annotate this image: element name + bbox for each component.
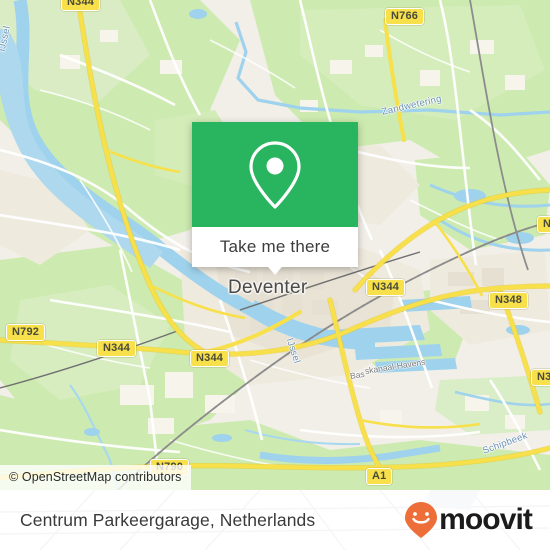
road-shield-n34-right-edge[interactable]: N34 [531, 369, 550, 386]
take-me-there-label: Take me there [219, 237, 331, 256]
road-shield-n344-left[interactable]: N344 [97, 340, 137, 357]
road-shield-n344-mid[interactable]: N344 [190, 350, 230, 367]
moovit-wordmark: moovit [439, 503, 533, 536]
moovit-logo[interactable]: moovit [404, 501, 533, 539]
moovit-map-screen: Deventer IJssel Zandwetering IJssel Schi… [0, 0, 550, 550]
road-shield-n344-center-right[interactable]: N344 [366, 279, 406, 296]
osm-attribution[interactable]: © OpenStreetMap contributors [0, 465, 191, 490]
road-shield-a1[interactable]: A1 [366, 468, 393, 485]
road-shield-n344-top[interactable]: N344 [61, 0, 101, 11]
callout-action-bar[interactable]: Take me there [192, 227, 358, 267]
footer-bar: Centrum Parkeergarage, Netherlands moovi… [0, 490, 550, 550]
road-shield-n792[interactable]: N792 [6, 324, 46, 341]
moovit-pin-icon [405, 502, 438, 538]
map-pin-icon [249, 140, 301, 209]
callout-tail [264, 262, 286, 275]
take-me-there-callout[interactable]: Take me there [192, 122, 358, 267]
map-canvas[interactable]: Deventer IJssel Zandwetering IJssel Schi… [0, 0, 550, 490]
road-shield-n3-right[interactable]: N3 [537, 216, 550, 233]
road-shield-n348[interactable]: N348 [489, 292, 529, 309]
place-label-deventer: Deventer [228, 277, 308, 298]
road-shield-n766[interactable]: N766 [385, 8, 425, 25]
footer-place-title: Centrum Parkeergarage, Netherlands [20, 509, 316, 530]
callout-icon-area [192, 122, 358, 227]
